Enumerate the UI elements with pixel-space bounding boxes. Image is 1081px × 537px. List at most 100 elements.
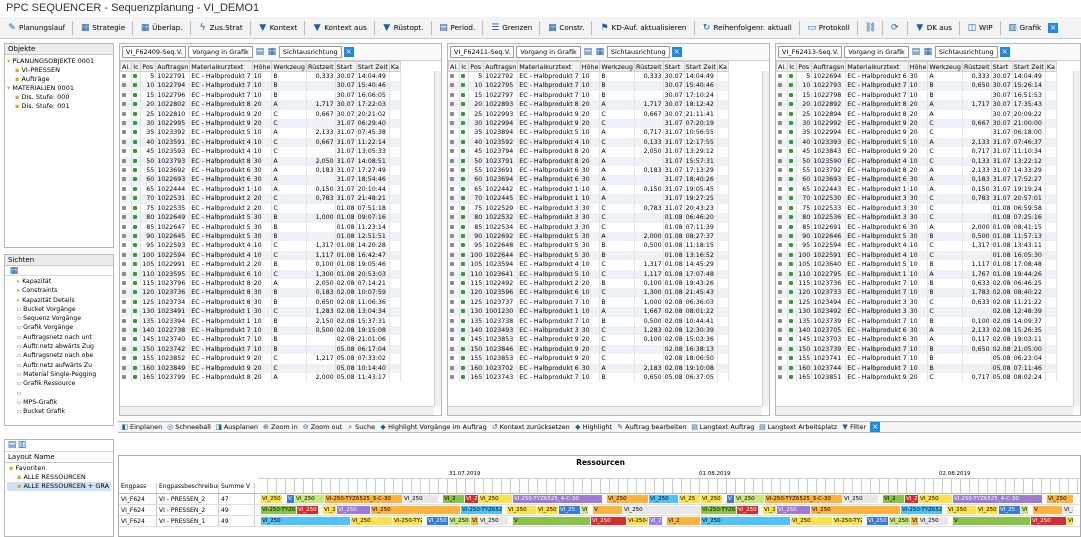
table-row[interactable]: 25 1022810 EC - Halbprodukt 9 20 C 0,667 30.07…: [120, 109, 401, 120]
gantt-operation-bar[interactable]: VI_250: [919, 517, 949, 525]
table-row[interactable]: 140 1023493 EC - Halbprodukt 3 30 C 1,283 02.0…: [448, 325, 729, 336]
column-header[interactable]: Al.: [448, 61, 461, 72]
gantt-operation-bar[interactable]: VI_2: [323, 506, 337, 514]
gantt-operation-bar[interactable]: VI_250: [623, 506, 701, 514]
horizontal-scrollbar[interactable]: [120, 406, 434, 415]
table-row[interactable]: 140 1023705 EC - Halbprodukt 6 30 A 2,133 02.0…: [776, 325, 1057, 336]
close-icon[interactable]: ×: [671, 47, 682, 57]
toolbar-button-6[interactable]: ▼ Rüstopt.: [379, 22, 427, 34]
gantt-operation-bar[interactable]: VI_250: [777, 506, 811, 514]
close-icon[interactable]: ×: [870, 422, 881, 432]
table-row[interactable]: 35 1023894 EC - Halbprodukt 5 10 A 0,717 31.07…: [448, 128, 729, 138]
column-header[interactable]: Höhe: [251, 61, 273, 72]
toolbar-button-1[interactable]: ▦ Strategie: [77, 22, 128, 34]
graphic-toolbar-button-0[interactable]: ◧ Einplanen: [121, 422, 163, 432]
table-row[interactable]: 150 1023846 EC - Halbprodukt 9 20 C 02.08 16:3…: [448, 344, 729, 355]
table-row[interactable]: 35 1023392 EC - Halbprodukt 5 10 A 2,133 31.07…: [120, 128, 401, 138]
table-row[interactable]: 55 1023691 EC - Halbprodukt 6 30 A 0,183 31.07…: [448, 166, 729, 176]
layout-icon[interactable]: ▦: [267, 47, 277, 57]
table-row[interactable]: 100 1022591 EC - Halbprodukt 4 10 C 01.08 16:0…: [776, 250, 1057, 261]
sichten-item[interactable]: ▸ Kapazität Details: [7, 296, 111, 305]
graphic-toolbar-button-11[interactable]: ▤ Langtext Arbeitsplatz: [758, 422, 837, 432]
table-row[interactable]: 115 1023736 EC - Halbprodukt 7 10 B 0,633 02.0…: [776, 278, 1057, 289]
graphic-toolbar-button-2[interactable]: ◨ Ausplanen: [215, 422, 258, 432]
table-row[interactable]: 160 1023849 EC - Halbprodukt 9 20 C 05.08 10:1…: [120, 363, 401, 373]
toolbar-button-16[interactable]: ◫ WIP: [964, 22, 996, 34]
gantt-operation-bar[interactable]: VI_250: [295, 495, 325, 503]
gantt-column-header[interactable]: Engpass: [119, 483, 157, 493]
gantt-operation-bar[interactable]: V: [1033, 506, 1063, 514]
delete-icon[interactable]: ▥: [17, 440, 27, 450]
gantt-operation-bar[interactable]: VI_250: [889, 517, 911, 525]
toolbar-button-4[interactable]: ▼ Kontext: [255, 22, 301, 34]
toolbar-button-14[interactable]: ⟳: [887, 22, 903, 34]
table-row[interactable]: 50 1023590 EC - Halbprodukt 4 10 C 0,133 31.07…: [776, 156, 1057, 167]
gantt-operation-bar[interactable]: VI_250: [261, 495, 283, 503]
table-row[interactable]: 110 1022795 EC - Halbprodukt 1 10 A 1,767 01.0…: [776, 269, 1057, 279]
column-header[interactable]: Auftragsn: [811, 61, 847, 72]
table-row[interactable]: 75 1022535 EC - Halbprodukt 2 20 C 01.08 07:51…: [120, 203, 401, 214]
column-header[interactable]: Pos: [468, 61, 485, 72]
column-header[interactable]: Höhe: [907, 61, 929, 72]
graphic-toolbar-button-10[interactable]: ▤ Langtext Auftrag: [691, 422, 754, 432]
column-header[interactable]: Ka: [388, 61, 401, 72]
gantt-operation-bar[interactable]: VI_250: [843, 495, 879, 503]
toolbar-button-9[interactable]: ▦ Constr.: [544, 22, 587, 34]
close-icon[interactable]: ×: [999, 47, 1010, 57]
layout-icon[interactable]: ▦: [923, 47, 933, 57]
table-row[interactable]: 105 1023594 EC - Halbprodukt 4 10 C 1,317 01.0…: [448, 260, 729, 270]
table-row[interactable]: 115 1023796 EC - Halbprodukt 8 20 A 2,050 02.0…: [120, 278, 401, 289]
table-row[interactable]: 55 1023692 EC - Halbprodukt 6 30 A 0,183 31.07…: [120, 166, 401, 176]
gantt-operation-bar[interactable]: VI_25: [559, 506, 581, 514]
sichten-item[interactable]: ▫ Auftragsnetz nach obe: [7, 351, 111, 360]
table-row[interactable]: 10 1022795 EC - Halbprodukt 7 10 B 30.07 15:40…: [448, 81, 729, 91]
table-row[interactable]: 30 1022994 EC - Halbprodukt 9 20 C 31.07 07:20…: [448, 119, 729, 129]
gantt-resource-row[interactable]: VI_F624 VI - PRESSEN_2 49: [119, 505, 258, 516]
gantt-operation-bar[interactable]: VI_2: [883, 495, 905, 503]
gantt-operation-bar[interactable]: VI_250: [649, 495, 679, 503]
layout-item[interactable]: ▪ Favoriten: [7, 464, 111, 473]
table-row[interactable]: 45 1023843 EC - Halbprodukt 9 20 C 0,717 31.07…: [776, 147, 1057, 157]
table-row[interactable]: 70 1022530 EC - Halbprodukt 3 30 C 0,783 31.07…: [776, 194, 1057, 204]
horizontal-scrollbar[interactable]: [448, 406, 762, 415]
gantt-operation-bar[interactable]: VI_250: [507, 506, 537, 514]
toolbar-button-13[interactable]: ⛓: [862, 22, 878, 34]
graphic-toolbar-button-9[interactable]: ✎ Auftrag bearbeiten: [616, 422, 686, 432]
graphic-toolbar-button-4[interactable]: ⊖ Zoom out: [302, 422, 342, 432]
table-row[interactable]: 50 1023791 EC - Halbprodukt 8 20 A 31.07 15:57…: [448, 156, 729, 167]
table-row[interactable]: 20 1022893 EC - Halbprodukt 8 20 A 1,717 30.07…: [448, 100, 729, 110]
gantt-operation-bar[interactable]: VI_250: [701, 495, 723, 503]
show-in-graphic-button[interactable]: Vorgang in Grafik: [516, 46, 581, 58]
objekte-item[interactable]: ▪ VI-PRESSEN: [7, 66, 111, 75]
gantt-operation-bar[interactable]: VI_250: [701, 517, 791, 525]
toolbar-button-5[interactable]: ▼ Kontext aus: [309, 22, 369, 34]
sichten-item[interactable]: ▫ Grafik Ressource: [7, 379, 111, 388]
gantt-operation-bar[interactable]: VI-250-TYZ6525_4-C-30: [393, 517, 423, 525]
sichten-item[interactable]: ▸ Constraints: [7, 286, 111, 295]
graphic-toolbar-button-8[interactable]: ◆ Highlight: [574, 422, 612, 432]
column-header[interactable]: Werkzeug: [599, 61, 635, 72]
column-header[interactable]: Rüstzeit: [305, 61, 336, 72]
gantt-operation-bar[interactable]: V: [593, 506, 623, 514]
column-header[interactable]: Rüstzeit: [961, 61, 992, 72]
gantt-operation-bar[interactable]: VI-250-TYZ6525_4-C-30: [901, 506, 943, 514]
table-row[interactable]: 105 1022991 EC - Halbprodukt 2 20 B 0,100 01.0…: [120, 260, 401, 270]
gantt-operation-bar[interactable]: VI_250: [791, 517, 833, 525]
table-row[interactable]: 60 1023693 EC - Halbprodukt 6 30 A 0,183 31.07…: [776, 175, 1057, 185]
table-row[interactable]: 70 1022445 EC - Halbprodukt 1 10 A 31.07 19:27…: [448, 194, 729, 204]
table-row[interactable]: 95 1022594 EC - Halbprodukt 4 10 C 1,317 01.08…: [776, 241, 1057, 251]
gantt-operation-bar[interactable]: VI-250-TYZ6525_4-C-30: [833, 517, 863, 525]
table-row[interactable]: 160 1023744 EC - Halbprodukt 7 10 B 05.08 07:1…: [776, 363, 1057, 373]
table-row[interactable]: 85 1022647 EC - Halbprodukt 5 30 B 01.08 11:23…: [120, 222, 401, 232]
graphic-toolbar-button-12[interactable]: ▼ Filter: [841, 422, 866, 432]
table-row[interactable]: 105 1023640 EC - Halbprodukt 5 10 B 1,117 01.0…: [776, 260, 1057, 270]
table-row[interactable]: 165 1023743 EC - Halbprodukt 7 10 B 0,650 05.0…: [448, 373, 729, 383]
toolbar-button-10[interactable]: ⚑ KD-Auf. aktualisieren: [596, 22, 689, 34]
objekte-item[interactable]: ▪ Dis. Stufe: 001: [7, 102, 111, 111]
column-header[interactable]: Ka: [1044, 61, 1057, 72]
grid-name-field[interactable]: VI_F62411-Seq.V.: [450, 46, 515, 58]
gantt-operation-bar[interactable]: VI_250: [479, 517, 509, 525]
gantt-operation-bar[interactable]: VI-250-TYZ6525_4-C-30: [953, 495, 1043, 503]
gantt-operation-bar[interactable]: VI_250: [1063, 506, 1074, 514]
gantt-operation-bar[interactable]: VI_250: [371, 506, 461, 514]
